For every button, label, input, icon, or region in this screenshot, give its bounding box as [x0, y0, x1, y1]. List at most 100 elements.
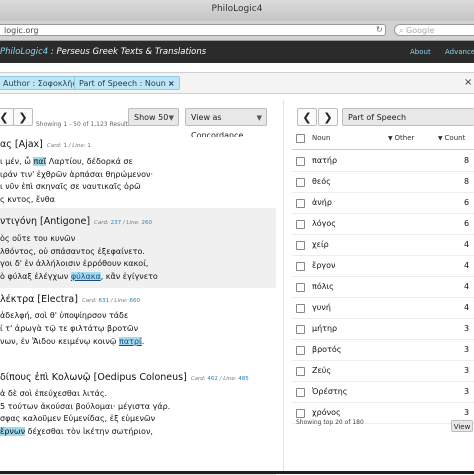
facet-header-count[interactable]: ▼ Count	[438, 134, 465, 142]
facet-word[interactable]: ἔργον	[312, 261, 336, 270]
filter-chip-part-of-speech[interactable]: Part of Speech : Noun ×	[74, 76, 180, 90]
facet-word[interactable]: βροτός	[312, 345, 341, 354]
facet-word[interactable]: πόλις	[312, 282, 334, 291]
result-line-label: / Line:	[109, 298, 130, 304]
result-text-line: ἀ δὲ σοὶ ἐπεύχεσθαι λιτάς.	[0, 389, 107, 398]
facet-checkbox[interactable]	[296, 283, 305, 292]
result-text-line: ι νῦν ἐπὶ σκηναῖς σε ναυτικαῖς ὁρῶ	[0, 182, 141, 191]
facet-checkbox[interactable]	[296, 241, 305, 250]
result-title[interactable]: ας [Ajax] Card: 1 / Line: 1	[0, 139, 91, 150]
result-line-number[interactable]: 1	[87, 143, 91, 149]
facet-checkbox[interactable]	[296, 262, 305, 271]
result-text-line: ὸς οὔτε του κυνῶν	[0, 234, 75, 243]
highlighted-match[interactable]: παῖ	[33, 157, 47, 166]
result-text: ι μέν, ὦ	[0, 157, 34, 166]
facet-word[interactable]: μήτηρ	[312, 324, 337, 333]
result-text: ιράν τιν' ἐχθρῶν ἁρπάσαι θηρώμενον·	[0, 169, 153, 179]
facet-checkbox[interactable]	[296, 388, 305, 397]
facet-count: 4	[464, 261, 470, 270]
result-card-number[interactable]: 237	[111, 220, 122, 226]
facet-word[interactable]: χείρ	[312, 240, 329, 249]
highlighted-match[interactable]: πατρί	[119, 337, 142, 346]
result-title-text[interactable]: ντιγόνη [Antigone]	[0, 216, 90, 227]
result-card-number[interactable]: 462	[207, 376, 218, 382]
window-title: PhiloLogic4	[211, 4, 263, 14]
result-text-line: λθόντος, οὐ σπάσαντος ἐξεφαίνετο.	[0, 247, 145, 256]
facet-checkbox[interactable]	[296, 346, 305, 355]
facet-footer-text: Showing top 20 of 180	[296, 419, 364, 426]
results-prev-button[interactable]: ❮	[0, 108, 14, 126]
highlighted-match[interactable]: φύλακα	[70, 271, 101, 281]
remove-filter-icon[interactable]: ×	[168, 79, 175, 88]
select-all-checkbox[interactable]	[296, 134, 305, 143]
filter-chip-label: Author : Σοφοκλῆς	[3, 79, 78, 88]
facet-row-separator	[292, 192, 474, 193]
view-mode-dropdown[interactable]: View as Concordance ▼	[185, 108, 267, 140]
result-text: ἀ δὲ σοὶ ἐπεύχεσθαι λιτάς.	[0, 389, 108, 398]
facet-word[interactable]: ἀνήρ	[312, 198, 332, 207]
site-subtitle: : Perseus Greek Texts & Translations	[48, 47, 207, 57]
facet-table-header: Noun ▼ Other ▼ Count	[292, 129, 474, 150]
result-text: λθόντος, οὐ σπάσαντος ἐξεφαίνετο.	[0, 246, 145, 256]
result-text: , κἂν ἐγίγνετο	[100, 271, 158, 281]
result-title-text[interactable]: ας [Ajax]	[0, 139, 43, 150]
nav-about-link[interactable]: About	[410, 48, 431, 56]
result-line-number[interactable]: 660	[129, 298, 140, 304]
address-bar[interactable]: logic.org	[0, 24, 386, 36]
facet-word[interactable]: γυνή	[312, 303, 331, 312]
facet-header-count-label: Count	[444, 134, 466, 142]
facet-checkbox[interactable]	[296, 325, 305, 334]
result-line-label: / Line:	[66, 143, 88, 149]
facet-checkbox[interactable]	[296, 220, 305, 229]
facet-header-other[interactable]: ▼ Other	[388, 134, 414, 142]
facet-type-dropdown[interactable]: Part of Speech	[342, 108, 474, 126]
result-title[interactable]: λέκτρα [Electra] Card: 631 / Line: 660	[0, 294, 140, 305]
result-text: ὸς οὔτε του κυνῶν	[0, 234, 76, 243]
facet-checkbox[interactable]	[296, 409, 305, 418]
facet-checkbox[interactable]	[296, 178, 305, 187]
result-title-text[interactable]: δίπους ἐπὶ Κολωνῷ [Oedipus Coloneus]	[0, 372, 187, 383]
result-line-number[interactable]: 485	[238, 376, 249, 382]
result-item: ντιγόνη [Antigone] Card: 237 / Line: 260 ὸ…	[0, 208, 276, 289]
facet-next-button[interactable]: ❯	[318, 108, 338, 126]
result-line-number[interactable]: 260	[142, 220, 153, 226]
result-title[interactable]: δίπους ἐπὶ Κολωνῷ [Oedipus Coloneus] Card…	[0, 372, 249, 383]
facet-checkbox[interactable]	[296, 304, 305, 313]
result-card-label: Card:	[81, 298, 99, 304]
facet-word[interactable]: Ὀρέστης	[312, 387, 348, 396]
facet-count: 3	[464, 345, 470, 354]
facet-word[interactable]: θεός	[312, 177, 331, 186]
result-card-number[interactable]: 631	[99, 298, 110, 304]
facet-checkbox[interactable]	[296, 199, 305, 208]
result-item: ας [Ajax] Card: 1 / Line: 1 ι μέν, ὦ παῖ Λ…	[0, 137, 276, 209]
filter-chip-label: Part of Speech : Noun	[79, 79, 166, 88]
result-text-line: νων, ἐν Ἅιδου κειμένῳ κοινῷ πατρί.	[0, 337, 144, 346]
facet-word[interactable]: λόγος	[312, 219, 336, 228]
facet-word[interactable]: πατήρ	[312, 156, 337, 165]
reload-icon[interactable]: ↻	[376, 25, 383, 34]
facet-word[interactable]: Ζεύς	[312, 366, 331, 375]
facet-row-separator	[292, 402, 474, 403]
view-mode-value: View as Concordance	[191, 113, 244, 140]
facet-count: 8	[464, 156, 470, 165]
results-next-button[interactable]: ❯	[13, 108, 33, 126]
show-count-dropdown[interactable]: Show 50 ▼	[128, 108, 179, 126]
result-line-label: / Line:	[217, 376, 239, 382]
result-title-text[interactable]: λέκτρα [Electra]	[0, 294, 78, 305]
browser-search-input[interactable]: ⌕ Google	[394, 24, 474, 36]
facet-word[interactable]: χρόνος	[312, 408, 341, 417]
facet-prev-button[interactable]: ❮	[297, 108, 317, 126]
result-line-label: / Line:	[121, 220, 142, 226]
facet-count: 4	[464, 303, 470, 312]
facet-row-separator	[292, 213, 474, 214]
close-filters-icon[interactable]: ×	[464, 76, 474, 90]
result-text: ι νῦν ἐπὶ σκηναῖς σε ναυτικαῖς ὁρῶ	[0, 182, 141, 191]
facet-checkbox[interactable]	[296, 367, 305, 376]
result-title[interactable]: ντιγόνη [Antigone] Card: 237 / Line: 260	[0, 216, 152, 227]
result-text: γοι δ' ἐν ἀλλήλοισιν ἐρρόθουν κακοί,	[0, 259, 149, 268]
facet-view-button[interactable]: View	[451, 420, 473, 432]
facet-checkbox[interactable]	[296, 157, 305, 166]
highlighted-match[interactable]: ἔρνων	[0, 426, 26, 436]
site-title[interactable]: PhiloLogic4 : Perseus Greek Texts & Tran…	[0, 47, 206, 57]
nav-advanced-search-link[interactable]: Advanced Se	[445, 48, 474, 56]
